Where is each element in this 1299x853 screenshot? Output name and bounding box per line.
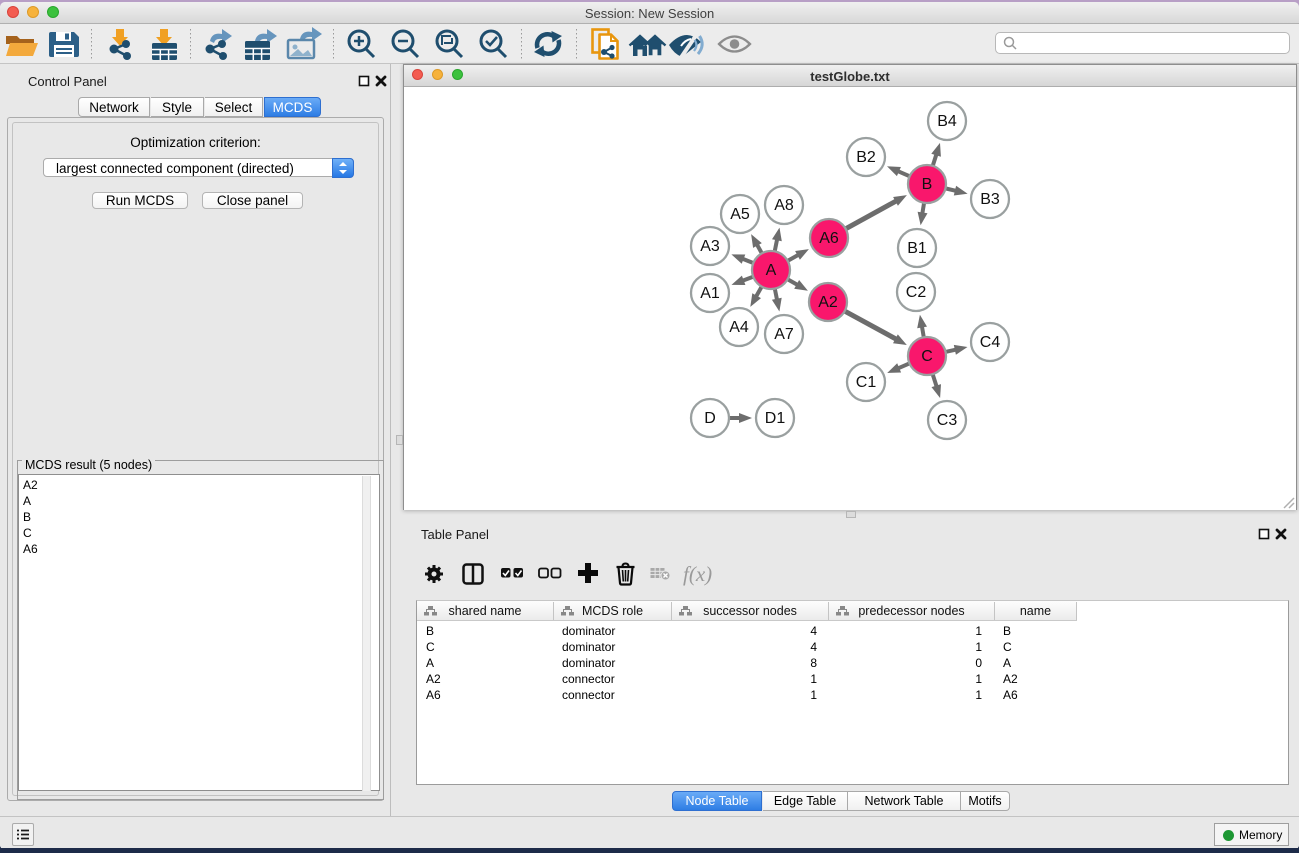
svg-text:C2: C2 — [906, 284, 927, 301]
svg-text:B4: B4 — [937, 113, 957, 130]
svg-text:A5: A5 — [730, 206, 750, 223]
svg-text:A1: A1 — [700, 285, 720, 302]
svg-text:C: C — [921, 348, 933, 365]
svg-text:B2: B2 — [856, 149, 876, 166]
svg-text:A: A — [766, 262, 777, 279]
svg-text:B3: B3 — [980, 191, 1000, 208]
svg-text:D1: D1 — [765, 410, 786, 427]
svg-text:f(x): f(x) — [683, 562, 712, 586]
svg-text:A4: A4 — [729, 319, 749, 336]
svg-text:D: D — [704, 410, 716, 427]
svg-text:A3: A3 — [700, 238, 720, 255]
svg-text:B: B — [922, 176, 933, 193]
svg-text:C4: C4 — [980, 334, 1001, 351]
svg-text:A6: A6 — [819, 230, 839, 247]
svg-text:A7: A7 — [774, 326, 794, 343]
svg-text:A8: A8 — [774, 197, 794, 214]
svg-text:B1: B1 — [907, 240, 927, 257]
svg-text:C1: C1 — [856, 374, 877, 391]
svg-text:C3: C3 — [937, 412, 958, 429]
svg-text:A2: A2 — [818, 294, 838, 311]
